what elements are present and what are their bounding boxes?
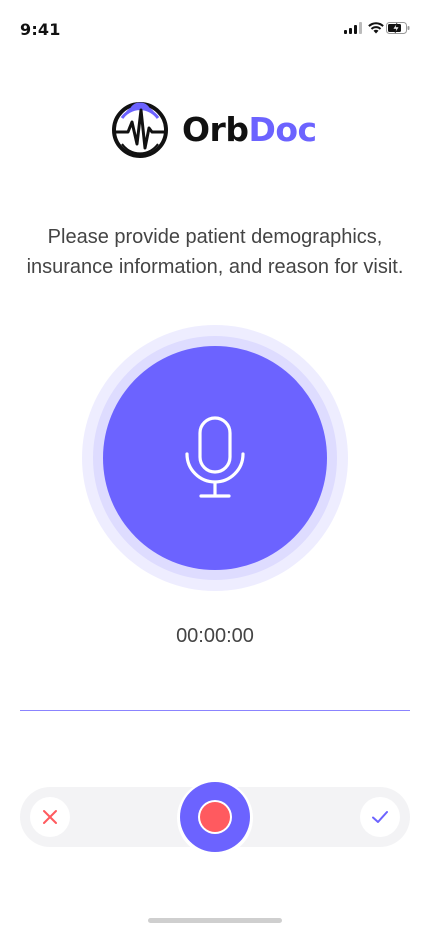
orb-heartbeat-icon	[112, 102, 168, 158]
recording-timer: 00:00:00	[176, 625, 254, 647]
close-icon	[43, 810, 57, 824]
prompt-line-1: Please provide patient demographics,	[47, 226, 383, 248]
checkmark-icon	[372, 811, 388, 823]
divider	[20, 710, 410, 711]
cancel-button[interactable]	[30, 797, 70, 837]
record-icon	[200, 802, 230, 832]
app-logo: OrbDoc	[108, 98, 328, 164]
wifi-icon	[368, 22, 384, 34]
home-indicator	[148, 918, 282, 923]
microphone-button[interactable]	[103, 346, 327, 570]
confirm-button[interactable]	[360, 797, 400, 837]
status-time: 9:41	[20, 20, 61, 39]
logo-text-orb: Orb	[182, 110, 249, 149]
microphone-icon	[185, 416, 245, 498]
status-bar: 9:41	[0, 0, 430, 60]
record-button[interactable]	[180, 782, 250, 852]
logo-text: OrbDoc	[182, 110, 317, 150]
prompt-text: Please provide patient demographics, ins…	[15, 222, 415, 282]
prompt-line-2: insurance information, and reason for vi…	[26, 256, 404, 278]
logo-text-doc: Doc	[248, 110, 317, 149]
battery-charging-icon	[386, 22, 410, 34]
cellular-signal-icon	[344, 22, 362, 34]
